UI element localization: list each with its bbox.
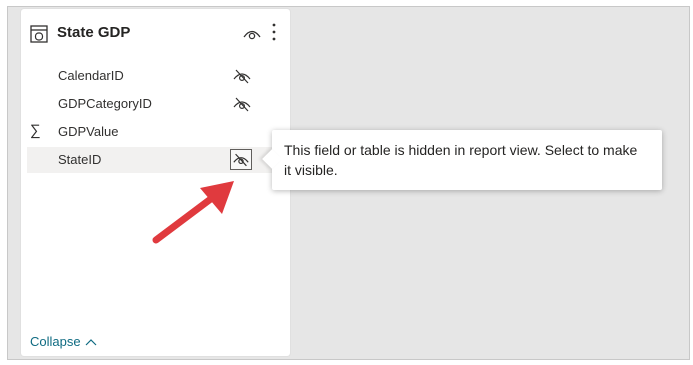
annotation-arrow-icon bbox=[152, 181, 234, 244]
field-row-gdpvalue[interactable]: ∑ GDPValue bbox=[27, 119, 281, 145]
hidden-field-tooltip: This field or table is hidden in report … bbox=[272, 130, 662, 190]
field-label: GDPValue bbox=[58, 124, 119, 139]
field-row-calendarid[interactable]: CalendarID bbox=[27, 63, 281, 89]
eye-slash-icon[interactable] bbox=[232, 68, 252, 84]
field-label: CalendarID bbox=[58, 68, 124, 83]
more-vertical-icon[interactable] bbox=[269, 21, 279, 43]
eye-icon[interactable] bbox=[242, 27, 262, 41]
chevron-up-icon bbox=[85, 334, 97, 349]
tooltip-text: This field or table is hidden in report … bbox=[284, 142, 638, 178]
table-icon bbox=[30, 25, 48, 43]
field-row-gdpcategoryid[interactable]: GDPCategoryID bbox=[27, 91, 281, 117]
card-title: State GDP bbox=[57, 24, 131, 41]
eye-slash-icon[interactable] bbox=[230, 149, 252, 170]
field-label: GDPCategoryID bbox=[58, 96, 152, 111]
eye-slash-icon[interactable] bbox=[232, 96, 252, 112]
card-header: State GDP bbox=[21, 9, 290, 53]
collapse-label: Collapse bbox=[30, 334, 81, 349]
collapse-link[interactable]: Collapse bbox=[30, 334, 97, 349]
field-row-stateid[interactable]: StateID bbox=[27, 147, 281, 173]
field-label: StateID bbox=[58, 152, 102, 167]
sigma-icon: ∑ bbox=[30, 122, 41, 139]
